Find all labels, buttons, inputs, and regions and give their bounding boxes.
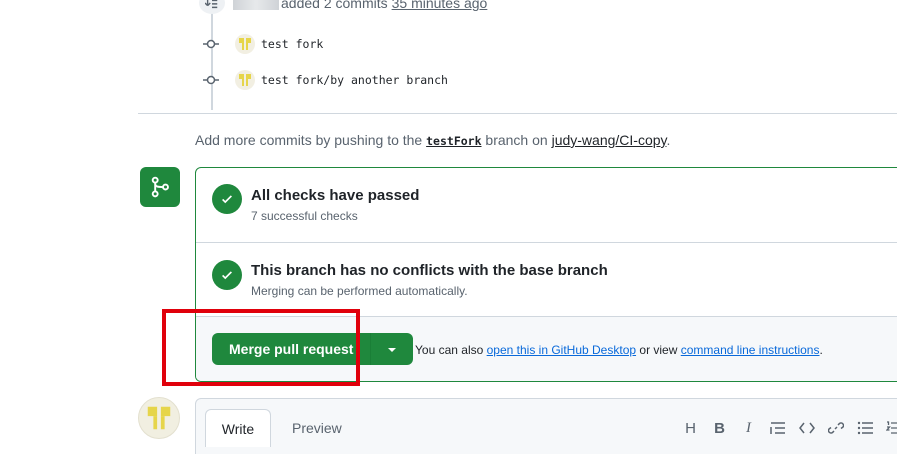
conflicts-subtitle: Merging can be performed automatically. (251, 284, 468, 298)
checks-title: All checks have passed (251, 187, 420, 204)
link-icon[interactable] (821, 417, 850, 439)
git-merge-icon (140, 167, 180, 207)
also-suffix: . (819, 343, 823, 357)
checks-subtitle: 7 successful checks (251, 209, 358, 223)
markdown-toolbar: H B I (676, 417, 897, 439)
italic-icon[interactable]: I (734, 417, 763, 439)
commit-message-link[interactable]: test fork (261, 37, 323, 51)
repo-link[interactable]: judy-wang/CI-copy (552, 132, 667, 148)
check-icon (212, 260, 242, 290)
hint-prefix: Add more commits by pushing to the (195, 132, 423, 148)
hint-suffix: . (666, 132, 671, 148)
tab-write[interactable]: Write (205, 409, 271, 447)
bold-icon[interactable]: B (705, 417, 734, 439)
checks-status-section[interactable]: All checks have passed 7 successful chec… (196, 168, 897, 243)
code-icon[interactable] (792, 417, 821, 439)
annotation-highlight-box (162, 309, 360, 386)
quote-icon[interactable] (763, 417, 792, 439)
commit-row: test fork (203, 32, 323, 56)
commit-row: test fork/by another branch (203, 68, 448, 92)
avatar[interactable] (235, 70, 255, 90)
redacted-username (233, 0, 279, 10)
also-prefix: You can also (415, 343, 484, 357)
check-icon (212, 184, 242, 214)
caret-down-icon (387, 340, 397, 358)
avatar[interactable] (235, 34, 255, 54)
event-time-link[interactable]: 35 minutes ago (392, 0, 488, 11)
also-middle: or view (639, 343, 678, 357)
open-desktop-link[interactable]: open this in GitHub Desktop (487, 343, 636, 357)
event-text: added 2 commits (281, 0, 388, 11)
tab-preview[interactable]: Preview (292, 409, 342, 447)
commit-icon (203, 36, 219, 52)
hint-middle: branch on (485, 132, 548, 148)
conflicts-title: This branch has no conflicts with the ba… (251, 262, 608, 279)
commit-icon (203, 72, 219, 88)
timeline-divider (138, 113, 897, 114)
user-avatar[interactable] (138, 397, 180, 439)
merge-alternatives: You can also open this in GitHub Desktop… (415, 343, 823, 357)
heading-icon[interactable]: H (676, 417, 705, 439)
conflicts-status-section: This branch has no conflicts with the ba… (196, 243, 897, 317)
push-hint: Add more commits by pushing to the testF… (195, 132, 670, 148)
bulleted-list-icon[interactable] (850, 417, 879, 439)
merge-options-dropdown[interactable] (371, 333, 414, 365)
branch-name-link[interactable]: testFork (426, 134, 481, 148)
push-icon (199, 0, 225, 14)
comment-composer: Write Preview H B I (195, 398, 897, 454)
numbered-list-icon[interactable] (879, 417, 897, 439)
command-line-link[interactable]: command line instructions (681, 343, 820, 357)
commits-event: added 2 commits 35 minutes ago (199, 0, 487, 14)
commit-message-link[interactable]: test fork/by another branch (261, 73, 448, 87)
